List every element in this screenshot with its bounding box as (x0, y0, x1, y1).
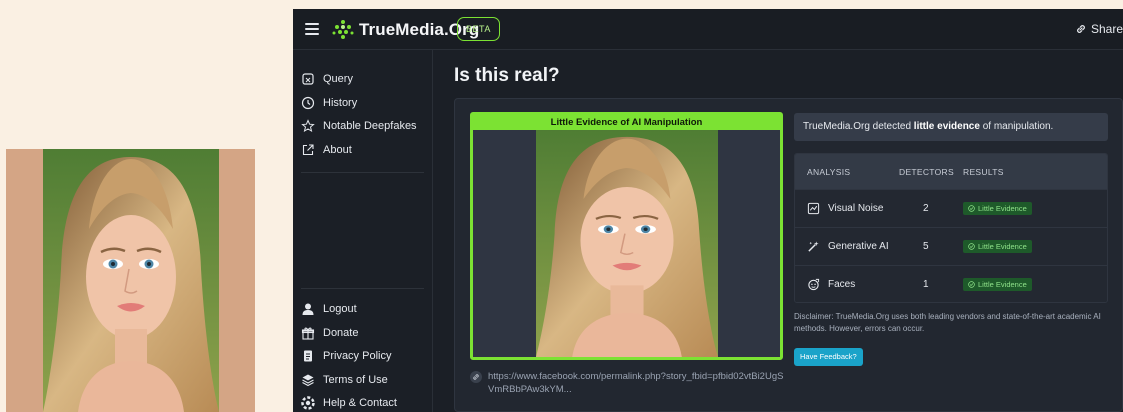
link-icon (470, 371, 482, 383)
sidebar-item-label: Help & Contact (323, 397, 397, 409)
detector-count: 1 (923, 279, 929, 290)
source-link[interactable]: https://www.facebook.com/permalink.php?s… (470, 370, 790, 396)
beta-badge: BETA (457, 17, 500, 41)
check-circle-icon (968, 281, 975, 288)
source-url[interactable]: https://www.facebook.com/permalink.php?s… (488, 370, 788, 396)
standalone-photo (6, 149, 255, 412)
summary-suffix: of manipulation. (979, 121, 1054, 132)
layers-icon (302, 374, 314, 387)
sidebar-item-help-contact[interactable]: Help & Contact (301, 396, 397, 410)
column-header-detectors: DETECTORS (899, 166, 954, 177)
detector-count: 5 (923, 241, 929, 252)
sidebar-item-label: Privacy Policy (323, 350, 392, 362)
analysis-name: Faces (828, 279, 856, 290)
sidebar-item-about[interactable]: About (301, 143, 352, 157)
document-icon (304, 350, 312, 362)
media-preview: Little Evidence of AI Manipulation (470, 112, 783, 360)
table-row[interactable]: Visual Noise 2 Little Evidence (795, 189, 1107, 227)
sidebar: Query History Notable Deepfakes About Lo… (293, 50, 433, 412)
sidebar-item-terms-of-use[interactable]: Terms of Use (301, 373, 388, 387)
analysis-table: ANALYSIS DETECTORS RESULTS Visual Noise … (794, 153, 1108, 303)
sidebar-item-label: Logout (323, 303, 357, 315)
gift-icon (301, 327, 315, 340)
face-icon (808, 278, 820, 291)
sidebar-item-donate[interactable]: Donate (301, 326, 358, 340)
sidebar-item-notable-deepfakes[interactable]: Notable Deepfakes (301, 119, 417, 133)
link-icon (1077, 25, 1085, 33)
result-badge: Little Evidence (963, 240, 1032, 253)
portrait-image (43, 149, 219, 412)
detector-count: 2 (923, 203, 929, 214)
summary-prefix: TrueMedia.Org detected (803, 121, 914, 132)
clock-icon (301, 96, 315, 110)
result-label: Little Evidence (978, 280, 1027, 289)
app-window: TrueMedia.Org BETA Share Query History N… (293, 9, 1123, 412)
sidebar-item-query[interactable]: Query (301, 72, 353, 86)
column-header-results: RESULTS (963, 166, 1004, 177)
analysis-name: Generative AI (828, 241, 889, 252)
analysis-name: Visual Noise (828, 203, 884, 214)
sidebar-item-privacy-policy[interactable]: Privacy Policy (301, 349, 391, 363)
truemedia-logo-icon (332, 20, 354, 39)
column-header-analysis: ANALYSIS (807, 166, 851, 177)
top-bar: TrueMedia.Org BETA Share (293, 9, 1123, 50)
verdict-banner: Little Evidence of AI Manipulation (473, 115, 780, 130)
star-icon (301, 119, 315, 133)
disclaimer: Disclaimer: TrueMedia.Org uses both lead… (794, 312, 1101, 333)
sidebar-item-label: Notable Deepfakes (323, 120, 417, 132)
sidebar-item-label: Donate (323, 327, 359, 339)
check-circle-icon (968, 205, 975, 212)
result-summary: TrueMedia.Org detected little evidence o… (794, 113, 1108, 141)
check-circle-icon (968, 243, 975, 250)
external-link-icon (302, 144, 314, 156)
result-label: Little Evidence (978, 204, 1027, 213)
sidebar-item-history[interactable]: History (301, 96, 357, 110)
result-label: Little Evidence (978, 242, 1027, 251)
result-badge: Little Evidence (963, 202, 1032, 215)
query-icon (302, 73, 314, 85)
result-badge: Little Evidence (963, 278, 1032, 291)
table-row[interactable]: Faces 1 Little Evidence (795, 265, 1107, 302)
sidebar-divider (301, 172, 424, 173)
sidebar-item-label: Terms of Use (323, 374, 388, 386)
magic-wand-icon (808, 241, 819, 252)
table-row[interactable]: Generative AI 5 Little Evidence (795, 227, 1107, 265)
sidebar-divider (301, 288, 424, 289)
sidebar-item-label: About (323, 144, 352, 156)
analyzed-image[interactable] (536, 130, 718, 357)
analysis-card: Little Evidence of AI Manipulation https… (454, 98, 1123, 412)
main-content: Is this real? Little Evidence of AI Mani… (434, 50, 1123, 412)
help-icon (301, 396, 315, 410)
sidebar-item-label: History (323, 97, 358, 109)
summary-emphasis: little evidence (913, 121, 980, 132)
sidebar-item-label: Query (323, 73, 353, 85)
menu-icon[interactable] (305, 20, 319, 38)
page-title: Is this real? (454, 65, 560, 86)
sidebar-item-logout[interactable]: Logout (301, 302, 357, 316)
feedback-button[interactable]: Have Feedback? (794, 348, 863, 366)
noise-chart-icon (807, 202, 820, 215)
share-label: Share (1090, 22, 1123, 36)
share-button[interactable]: Share (1075, 22, 1123, 36)
table-header: ANALYSIS DETECTORS RESULTS (795, 154, 1107, 189)
user-icon (302, 303, 314, 315)
